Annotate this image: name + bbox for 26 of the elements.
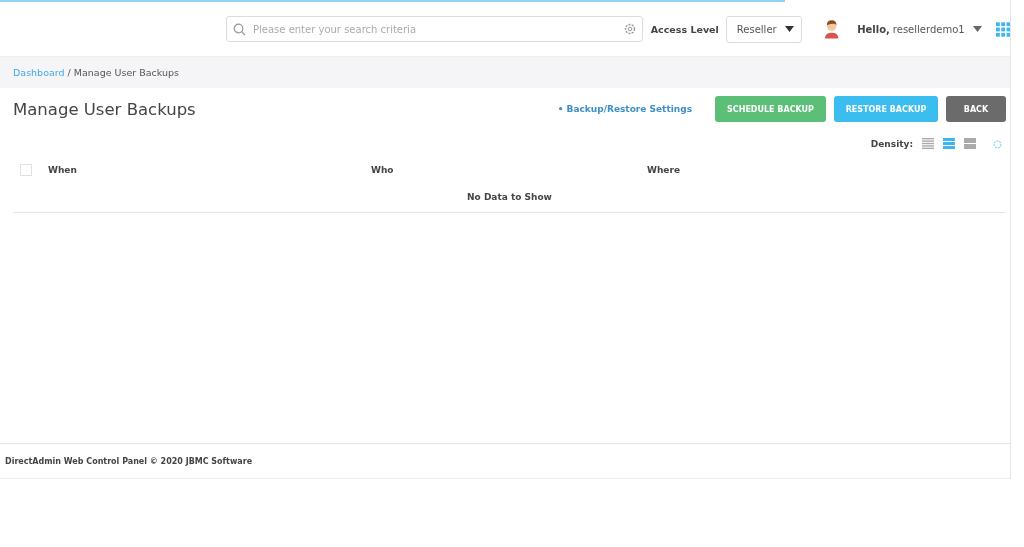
apps-grid-icon[interactable] bbox=[995, 21, 1010, 37]
column-header[interactable]: Who bbox=[371, 165, 647, 175]
caret-icon bbox=[784, 26, 794, 32]
search-icon bbox=[233, 22, 246, 36]
access-level-label: Access Level bbox=[650, 23, 719, 35]
column-header[interactable]: Where bbox=[647, 165, 680, 175]
user-greeting: Hello, bbox=[857, 23, 890, 35]
breadcrumb-current: / Manage User Backups bbox=[67, 67, 179, 78]
page-title: Manage User Backups bbox=[13, 99, 197, 119]
search-box[interactable]: Please enter your search criteria bbox=[226, 16, 643, 42]
select-all-checkbox[interactable] bbox=[20, 164, 32, 176]
density-option-icon[interactable] bbox=[964, 138, 976, 150]
density-option-icon[interactable] bbox=[943, 138, 955, 150]
density-label: Density: bbox=[870, 139, 913, 149]
column-header[interactable]: When bbox=[48, 165, 371, 175]
refresh-icon[interactable] bbox=[993, 139, 1002, 149]
settings-icon[interactable] bbox=[623, 23, 636, 35]
user-menu[interactable]: resellerdemo1 bbox=[889, 23, 982, 35]
settings-link[interactable]: • Backup/Restore Settings bbox=[557, 104, 692, 114]
caret-icon bbox=[972, 26, 982, 32]
access-level-select[interactable]: Reseller bbox=[725, 15, 802, 43]
empty-message: No Data to Show bbox=[13, 182, 1006, 213]
avatar-icon bbox=[823, 19, 840, 39]
back-button[interactable]: BACK bbox=[946, 96, 1006, 122]
density-option-icon[interactable] bbox=[922, 138, 934, 150]
footer-text: DirectAdmin Web Control Panel © 2020 JBMC Software bbox=[5, 456, 253, 466]
